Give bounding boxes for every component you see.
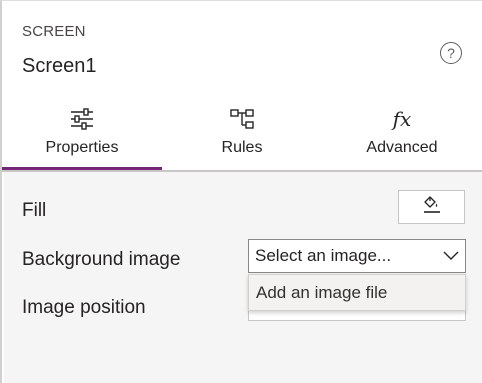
tab-rules-label: Rules bbox=[221, 139, 263, 156]
question-circle-icon[interactable]: ? bbox=[440, 42, 462, 64]
tabs-divider bbox=[2, 170, 482, 172]
background-image-value: Select an image... bbox=[255, 246, 392, 265]
fill-label: Fill bbox=[22, 200, 47, 221]
control-type-label: SCREEN bbox=[22, 23, 86, 40]
image-position-label: Image position bbox=[22, 297, 146, 318]
screen-properties-pane: SCREEN Screen1 ? Properties Rules fx Adv… bbox=[0, 0, 482, 383]
tab-properties-label: Properties bbox=[45, 139, 119, 156]
fx-glyph: fx bbox=[392, 107, 412, 131]
rules-icon bbox=[229, 107, 255, 131]
tab-advanced[interactable]: fx Advanced bbox=[322, 97, 482, 171]
fx-icon: fx bbox=[393, 107, 412, 131]
chevron-down-icon[interactable] bbox=[437, 240, 465, 272]
tab-properties[interactable]: Properties bbox=[2, 97, 162, 171]
help-glyph: ? bbox=[447, 45, 455, 61]
sliders-icon bbox=[69, 107, 95, 131]
tab-advanced-label: Advanced bbox=[366, 139, 438, 156]
property-tabs: Properties Rules fx Advanced bbox=[2, 97, 482, 171]
background-image-options-menu: Add an image file bbox=[248, 274, 466, 311]
paint-bucket-icon bbox=[423, 195, 441, 220]
menu-item-add-image-file[interactable]: Add an image file bbox=[249, 275, 465, 310]
fill-color-picker-button[interactable] bbox=[398, 190, 465, 224]
control-name[interactable]: Screen1 bbox=[22, 55, 97, 78]
background-image-dropdown[interactable]: Select an image... bbox=[248, 239, 466, 273]
background-image-label: Background image bbox=[22, 249, 181, 270]
tab-rules[interactable]: Rules bbox=[162, 97, 322, 171]
